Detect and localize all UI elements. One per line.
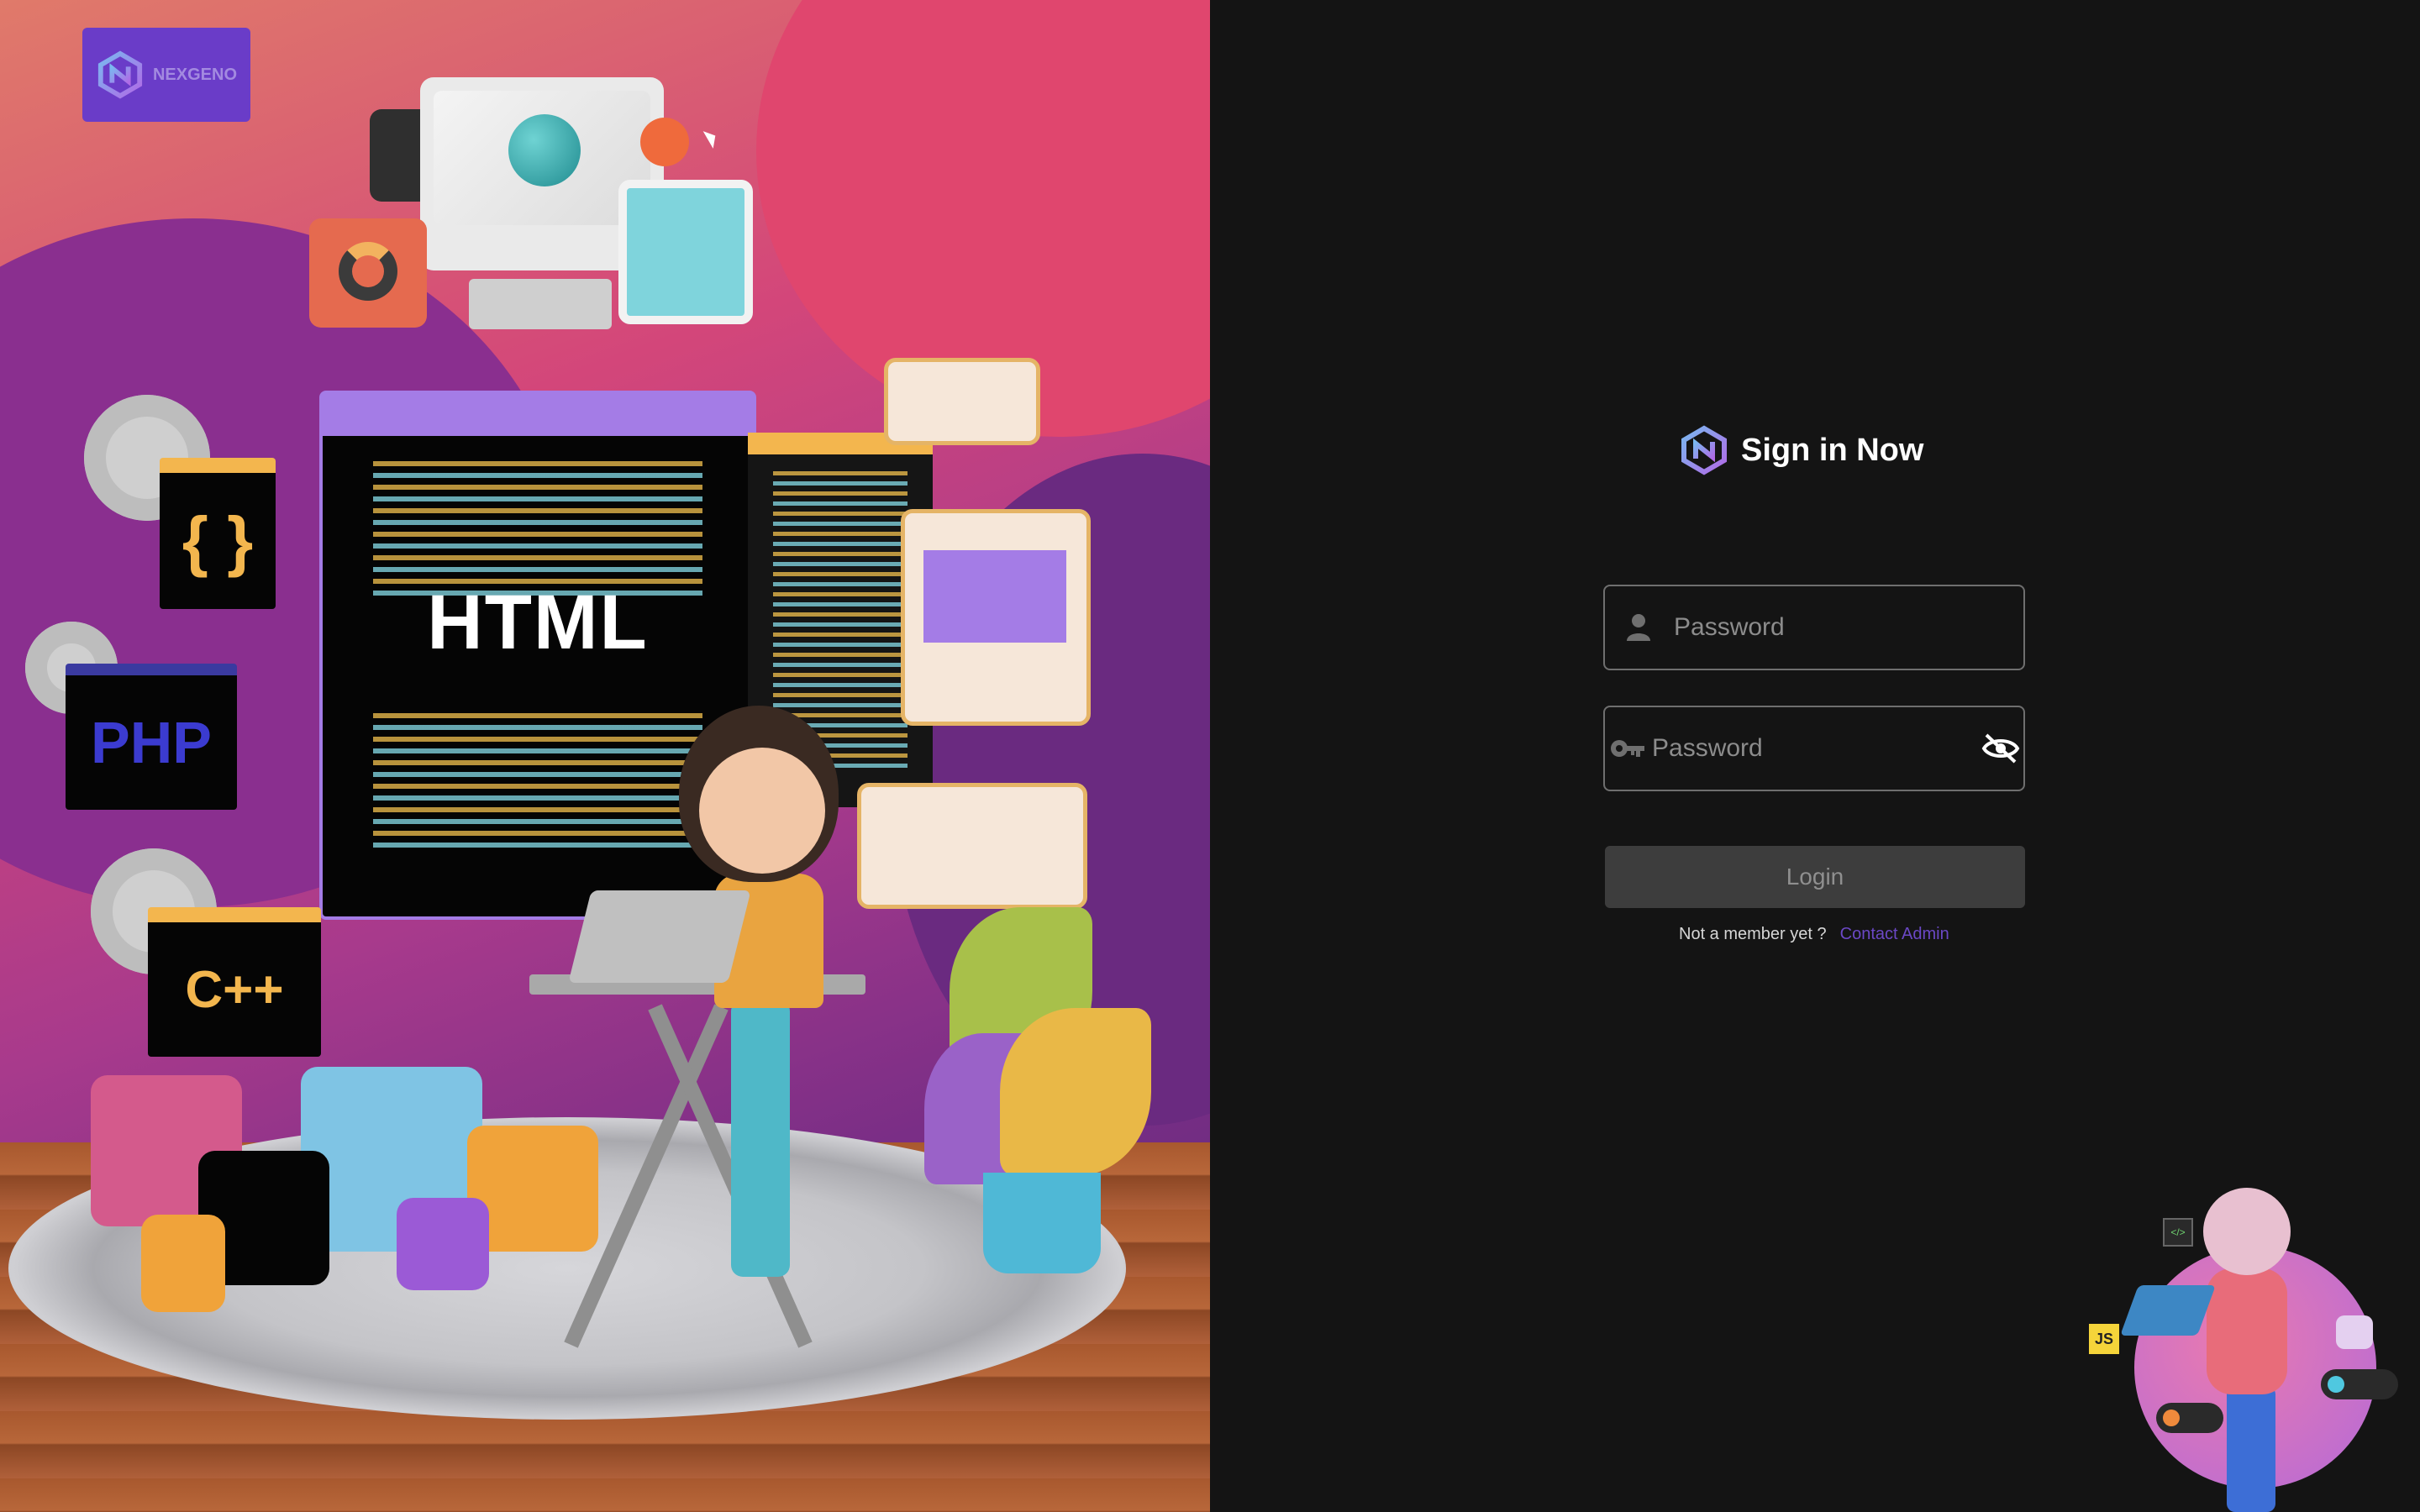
code-icon: </> [2163, 1218, 2193, 1247]
eye-off-icon[interactable] [1978, 732, 2023, 765]
password-field[interactable] [1603, 706, 2025, 791]
hero-illustration: NEXGENO HTML { } PHP C++ [0, 0, 1210, 1512]
signup-prompt: Not a member yet ? [1679, 925, 1827, 943]
code-lines [373, 461, 702, 596]
toggle-pill-icon [2321, 1369, 2398, 1399]
username-input[interactable] [1672, 612, 2023, 643]
photo-icon [141, 1215, 225, 1312]
braces-card: { } [160, 458, 276, 609]
contact-admin-link[interactable]: Contact Admin [1840, 925, 1949, 944]
plant-pot [983, 1173, 1101, 1273]
toggle-pill-icon [2156, 1403, 2223, 1433]
nexgeno-logo-icon [1681, 425, 1727, 475]
brand-name: NEXGENO [152, 65, 238, 84]
code-panel-titlebar [323, 394, 753, 436]
character-legs [731, 1000, 790, 1277]
login-header: Sign in Now [1679, 425, 1923, 475]
brand-logo[interactable]: NEXGENO [82, 28, 250, 122]
pie-chart-card [309, 218, 427, 328]
code-lines [373, 713, 702, 848]
plant-leaf [1000, 1008, 1151, 1176]
password-input[interactable] [1650, 733, 1978, 764]
nexgeno-logo-icon [97, 50, 143, 99]
key-icon [1605, 738, 1650, 759]
html-label: HTML [427, 580, 649, 665]
username-field[interactable] [1603, 585, 2025, 670]
heart-icon [2336, 1315, 2373, 1349]
code-image-card [857, 783, 1087, 909]
character-body [2207, 1268, 2287, 1394]
image-placeholder-card [618, 180, 753, 324]
cpp-card: C++ [148, 907, 321, 1057]
globe-icon [508, 114, 581, 186]
user-icon [397, 1198, 489, 1290]
image-frame-card [901, 509, 1091, 726]
login-button[interactable]: Login [1605, 846, 2025, 908]
character-legs [2227, 1386, 2275, 1512]
character-head [2203, 1188, 2291, 1275]
php-card: PHP [66, 664, 237, 810]
laptop-illustration [568, 890, 751, 983]
javascript-icon: JS [2089, 1324, 2119, 1354]
code-tag-card [884, 358, 1040, 445]
monitor-stand [469, 279, 612, 329]
character-face [699, 748, 825, 874]
user-icon [1605, 612, 1672, 643]
login-title: Sign in Now [1741, 432, 1924, 468]
signup-row: Not a member yet ? Contact Admin [1679, 925, 1949, 944]
pointer-icon [702, 127, 721, 149]
avatar-icon [640, 118, 689, 166]
